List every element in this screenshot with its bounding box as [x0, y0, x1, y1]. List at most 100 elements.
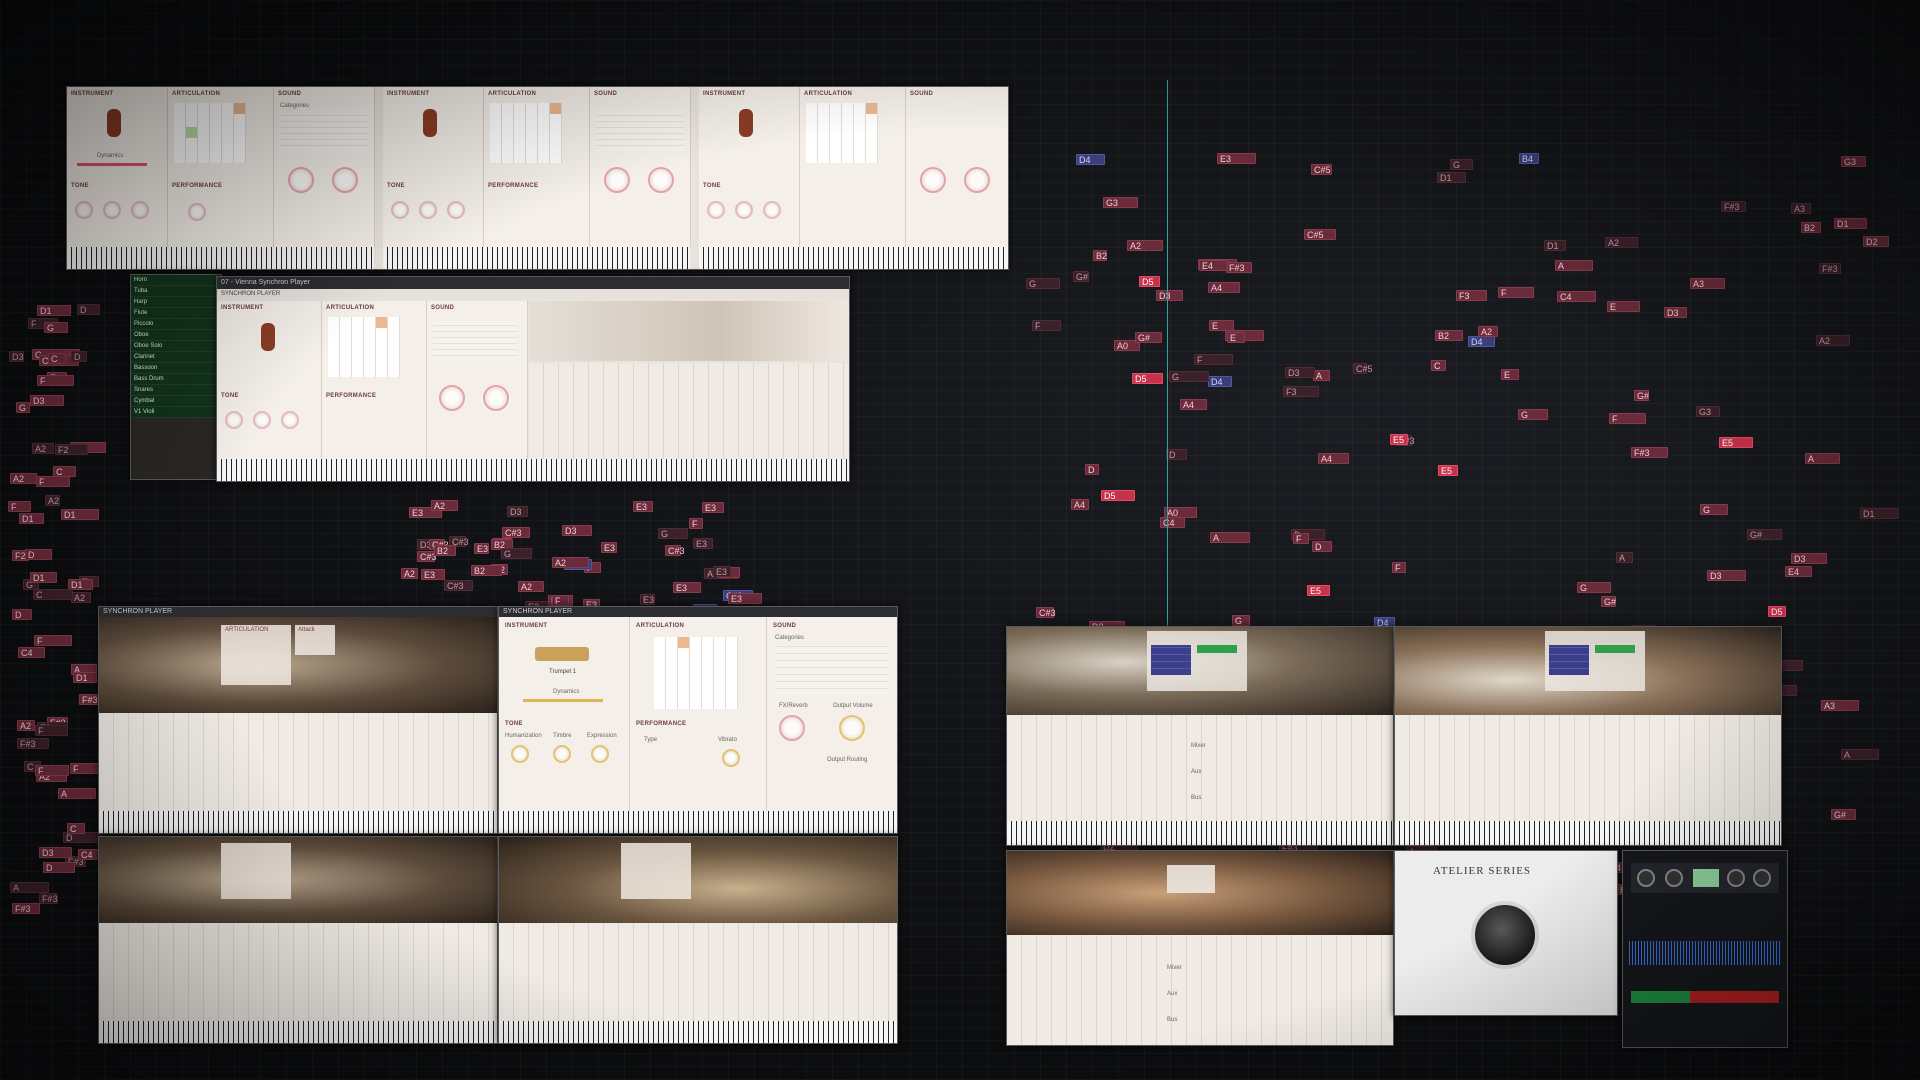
- midi-note[interactable]: A4: [1071, 499, 1089, 510]
- sound-category-list[interactable]: [775, 645, 889, 695]
- midi-note[interactable]: A2: [1478, 326, 1498, 337]
- midi-note[interactable]: F#3: [1819, 263, 1841, 274]
- output-volume-knob[interactable]: [648, 167, 674, 193]
- midi-note[interactable]: F#3: [1631, 447, 1668, 458]
- midi-note[interactable]: E4: [1199, 260, 1228, 271]
- midi-note[interactable]: C: [1431, 360, 1446, 371]
- midi-note[interactable]: F: [1194, 354, 1233, 365]
- reverb-knob[interactable]: [604, 167, 630, 193]
- midi-note[interactable]: A4: [1208, 282, 1240, 293]
- midi-note[interactable]: D2: [1863, 236, 1889, 247]
- midi-note[interactable]: A3: [1690, 278, 1725, 289]
- midi-note[interactable]: D3: [1664, 307, 1687, 318]
- track-row[interactable]: Flute: [131, 308, 221, 319]
- midi-note[interactable]: A: [1313, 370, 1330, 381]
- keyboard[interactable]: [99, 811, 497, 833]
- midi-note[interactable]: G#: [1601, 596, 1616, 607]
- performance-sliders[interactable]: [99, 713, 497, 811]
- expression-knob[interactable]: [447, 201, 465, 219]
- midi-note[interactable]: C#3: [502, 527, 530, 538]
- articulation-list[interactable]: [1167, 865, 1215, 893]
- midi-note[interactable]: A: [1210, 532, 1250, 543]
- midi-note[interactable]: E3: [728, 593, 762, 604]
- keyboard-1[interactable]: [67, 247, 374, 269]
- midi-note[interactable]: A2: [431, 500, 458, 511]
- midi-note[interactable]: A: [58, 788, 96, 799]
- humanization-knob[interactable]: [225, 411, 243, 429]
- keyboard[interactable]: [499, 1021, 897, 1043]
- articulation-selected-cell[interactable]: [376, 317, 387, 328]
- midi-note[interactable]: F: [1392, 562, 1406, 573]
- midi-note[interactable]: A2: [518, 581, 544, 592]
- midi-note[interactable]: D3: [30, 395, 64, 406]
- timbre-knob[interactable]: [553, 745, 571, 763]
- midi-note[interactable]: C#5: [1304, 229, 1336, 240]
- output-volume-knob[interactable]: [964, 167, 990, 193]
- main-knob[interactable]: [1471, 901, 1539, 969]
- midi-note[interactable]: B2: [1801, 222, 1821, 233]
- vibrato-knob[interactable]: [722, 749, 740, 767]
- output-volume-knob[interactable]: [332, 167, 358, 193]
- output-volume-knob[interactable]: [839, 715, 865, 741]
- control-knob[interactable]: [1665, 869, 1683, 887]
- midi-note[interactable]: F: [70, 763, 101, 774]
- midi-note[interactable]: D3: [562, 525, 592, 536]
- midi-note[interactable]: F#3: [1721, 201, 1746, 212]
- midi-note[interactable]: D3: [9, 351, 24, 362]
- midi-note[interactable]: D5: [1101, 490, 1135, 501]
- midi-note[interactable]: A: [1555, 260, 1593, 271]
- articulation-list[interactable]: [621, 843, 691, 899]
- midi-note[interactable]: C: [48, 353, 66, 364]
- midi-note[interactable]: A2: [1127, 240, 1163, 251]
- midi-note[interactable]: D4: [1076, 154, 1105, 165]
- humanization-knob[interactable]: [391, 201, 409, 219]
- keyboard[interactable]: [99, 1021, 497, 1043]
- midi-note[interactable]: E3: [601, 542, 617, 553]
- window-titlebar[interactable]: 07 - Vienna Synchron Player: [217, 277, 849, 289]
- track-row[interactable]: Harp: [131, 297, 221, 308]
- articulation-selection[interactable]: [1151, 645, 1191, 675]
- midi-note[interactable]: D1: [1834, 218, 1867, 229]
- track-row[interactable]: Bassoon: [131, 363, 221, 374]
- track-row[interactable]: Piccolo: [131, 319, 221, 330]
- midi-note[interactable]: E: [1501, 369, 1519, 380]
- midi-note[interactable]: E3: [693, 538, 713, 549]
- waveform-plugin[interactable]: [1622, 850, 1788, 1048]
- midi-note[interactable]: D1: [37, 305, 71, 316]
- control-knob[interactable]: [1637, 869, 1655, 887]
- midi-note[interactable]: C#5: [1311, 164, 1332, 175]
- track-row[interactable]: Bass Drum: [131, 374, 221, 385]
- track-row[interactable]: V1 Violi: [131, 407, 221, 418]
- expression-knob[interactable]: [281, 411, 299, 429]
- midi-note[interactable]: A: [10, 882, 49, 893]
- keyboard[interactable]: [1007, 821, 1393, 845]
- timbre-knob[interactable]: [419, 201, 437, 219]
- midi-note[interactable]: A0: [1164, 507, 1197, 518]
- midi-note[interactable]: B2: [1093, 250, 1107, 261]
- midi-note[interactable]: G: [44, 322, 68, 333]
- reverb-knob[interactable]: [439, 385, 465, 411]
- midi-note[interactable]: A2: [552, 557, 589, 568]
- synchron-player-window-2[interactable]: 07 - Vienna Synchron Player SYNCHRON PLA…: [216, 276, 850, 482]
- performance-sliders[interactable]: [529, 363, 849, 459]
- midi-note[interactable]: B2: [1435, 330, 1463, 341]
- midi-note[interactable]: E5: [1719, 437, 1753, 448]
- expression-knob[interactable]: [591, 745, 609, 763]
- keyboard-3[interactable]: [699, 247, 1008, 269]
- midi-note[interactable]: D4: [1208, 376, 1232, 387]
- keyboard[interactable]: [1395, 821, 1781, 845]
- midi-note[interactable]: C4: [1557, 291, 1596, 302]
- reverb-knob[interactable]: [288, 167, 314, 193]
- midi-note[interactable]: C: [67, 823, 85, 834]
- midi-note[interactable]: E: [1209, 320, 1234, 331]
- midi-note[interactable]: F#3: [12, 903, 40, 914]
- midi-note[interactable]: G#: [1073, 271, 1089, 282]
- midi-note[interactable]: G#: [1634, 390, 1649, 401]
- midi-note[interactable]: D1: [19, 513, 44, 524]
- midi-note[interactable]: G: [1577, 582, 1611, 593]
- output-volume-knob[interactable]: [483, 385, 509, 411]
- midi-note[interactable]: C#5: [1353, 363, 1373, 374]
- midi-note[interactable]: D: [77, 304, 100, 315]
- midi-note[interactable]: D3: [39, 847, 72, 858]
- midi-note[interactable]: B2: [434, 545, 456, 556]
